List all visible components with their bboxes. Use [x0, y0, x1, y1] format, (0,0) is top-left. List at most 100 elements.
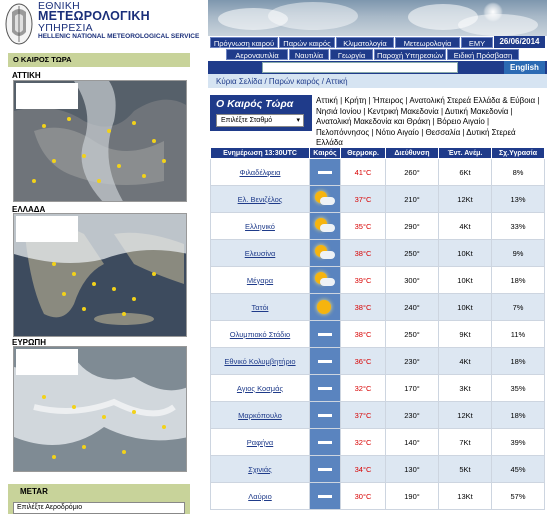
wind-direction-cell: 170°: [385, 374, 439, 402]
attica-satellite-map[interactable]: [13, 80, 187, 202]
station-link[interactable]: Ελληνικό: [210, 212, 310, 240]
col-wind: Έντ. Ανέμ.: [438, 147, 492, 159]
station-link[interactable]: Ραφήνα: [210, 428, 310, 456]
humidity-cell: 7%: [491, 293, 545, 321]
temperature-cell: 37°C: [340, 401, 386, 429]
hnms-logo-icon[interactable]: [4, 2, 34, 46]
col-weather: Καιρός: [309, 147, 341, 159]
breadcrumb-text[interactable]: Κύρια Σελίδα / Παρών καιρός / Αττική: [216, 77, 348, 86]
nav-current-weather[interactable]: Παρών καιρός: [279, 37, 335, 48]
wind-speed-cell: 10Kt: [438, 239, 492, 267]
humidity-cell: 18%: [491, 266, 545, 294]
humidity-cell: 57%: [491, 482, 545, 510]
station-link[interactable]: Μέγαρα: [210, 266, 310, 294]
nav-climatology[interactable]: Κλιματολογία: [336, 37, 394, 48]
weather-icon-cell: [309, 212, 341, 240]
table-row: Ραφήνα 32°C 140° 7Kt 39%: [210, 428, 545, 456]
dropdown-arrow-icon: ▾: [296, 117, 300, 124]
humidity-cell: 35%: [491, 374, 545, 402]
table-row: Μαρκόπουλο 37°C 230° 12Kt 18%: [210, 401, 545, 429]
weather-icon-cell: [309, 185, 341, 213]
wind-direction-cell: 300°: [385, 266, 439, 294]
wind-direction-cell: 250°: [385, 239, 439, 267]
temperature-cell: 36°C: [340, 347, 386, 375]
temperature-cell: 39°C: [340, 266, 386, 294]
nav-meteorology[interactable]: Μετεωρολογία: [395, 37, 460, 48]
weather-icon-cell: [309, 239, 341, 267]
station-link[interactable]: Ολυμπιακό Στάδιο: [210, 320, 310, 348]
now-panel-title: Ο ΚΑΙΡΟΣ ΤΩΡΑ: [8, 53, 190, 67]
weather-icon-cell: [309, 347, 341, 375]
wind-direction-cell: 230°: [385, 401, 439, 429]
clear-dash-icon: [312, 487, 338, 505]
clear-dash-icon: [312, 406, 338, 424]
wind-speed-cell: 12Kt: [438, 185, 492, 213]
humidity-cell: 45%: [491, 455, 545, 483]
wind-direction-cell: 210°: [385, 185, 439, 213]
english-button[interactable]: English: [504, 61, 545, 74]
nav-agriculture[interactable]: Γεωργία: [330, 49, 373, 60]
clear-dash-icon: [312, 163, 338, 181]
org-name-english: HELLENIC NATIONAL METEOROLOGICAL SERVICE: [38, 33, 200, 40]
station-link[interactable]: Σχινιάς: [210, 455, 310, 483]
station-link[interactable]: Ελ. Βενιζέλος: [210, 185, 310, 213]
weather-icon-cell: [309, 455, 341, 483]
station-link[interactable]: Φιλαδέλφεια: [210, 158, 310, 186]
nav-aviation[interactable]: Αεροναυτιλία: [226, 49, 288, 60]
station-link[interactable]: Λαύριο: [210, 482, 310, 510]
regions-links[interactable]: Αττική | Κρήτη | Ήπειρος | Ανατολική Στε…: [316, 96, 544, 149]
table-row: Ελληνικό 35°C 290° 4Kt 33%: [210, 212, 545, 240]
wind-speed-cell: 5Kt: [438, 455, 492, 483]
station-link[interactable]: Αγιος Κοσμάς: [210, 374, 310, 402]
temperature-cell: 38°C: [340, 293, 386, 321]
weather-icon-cell: [309, 428, 341, 456]
table-row: Ελευσίνα 38°C 250° 10Kt 9%: [210, 239, 545, 267]
partly-cloudy-icon: [312, 190, 338, 208]
temperature-cell: 41°C: [340, 158, 386, 186]
table-row: Ελ. Βενιζέλος 37°C 210° 12Kt 13%: [210, 185, 545, 213]
metar-select-value: Επιλέξτε Αεροδρόμιο: [17, 504, 83, 511]
nav-hnms[interactable]: ΕΜΥ: [461, 37, 493, 48]
clear-dash-icon: [312, 460, 338, 478]
station-link[interactable]: Τατόι: [210, 293, 310, 321]
station-select[interactable]: Επιλέξτε Σταθμό ▾: [216, 114, 304, 127]
nav-special-access[interactable]: Ειδική Πρόσβαση: [447, 49, 519, 60]
org-name-line2: ΜΕΤΕΩΡΟΛΟΓΙΚΗ: [38, 9, 150, 23]
humidity-cell: 18%: [491, 401, 545, 429]
wind-speed-cell: 6Kt: [438, 158, 492, 186]
wind-speed-cell: 10Kt: [438, 293, 492, 321]
wind-direction-cell: 240°: [385, 293, 439, 321]
table-row: Ολυμπιακό Στάδιο 38°C 250° 9Kt 11%: [210, 320, 545, 348]
metar-airport-select[interactable]: Επιλέξτε Αεροδρόμιο: [13, 502, 185, 514]
wind-direction-cell: 260°: [385, 158, 439, 186]
europe-satellite-map[interactable]: [13, 346, 187, 472]
temperature-cell: 37°C: [340, 185, 386, 213]
temperature-cell: 34°C: [340, 455, 386, 483]
table-row: Εθνικό Κολυμβητήριο 36°C 230° 4Kt 18%: [210, 347, 545, 375]
table-row: Μέγαρα 39°C 300° 10Kt 18%: [210, 266, 545, 294]
temperature-cell: 38°C: [340, 320, 386, 348]
nav-forecast[interactable]: Πρόγνωση καιρού: [210, 37, 278, 48]
station-link[interactable]: Ελευσίνα: [210, 239, 310, 267]
wind-speed-cell: 3Kt: [438, 374, 492, 402]
greece-satellite-map[interactable]: [13, 213, 187, 337]
station-link[interactable]: Εθνικό Κολυμβητήριο: [210, 347, 310, 375]
wind-speed-cell: 4Kt: [438, 212, 492, 240]
humidity-cell: 18%: [491, 347, 545, 375]
temperature-cell: 38°C: [340, 239, 386, 267]
wind-direction-cell: 230°: [385, 347, 439, 375]
region-label-attica: ΑΤΤΙΚΗ: [12, 71, 41, 80]
station-select-value: Επιλέξτε Σταθμό: [221, 117, 273, 124]
wind-direction-cell: 130°: [385, 455, 439, 483]
temperature-cell: 32°C: [340, 374, 386, 402]
station-link[interactable]: Μαρκόπουλο: [210, 401, 310, 429]
wind-direction-cell: 140°: [385, 428, 439, 456]
search-input[interactable]: [262, 62, 458, 73]
nav-shipping[interactable]: Ναυτιλία: [289, 49, 329, 60]
table-row: Τατόι 38°C 240° 10Kt 7%: [210, 293, 545, 321]
left-column: Ο ΚΑΙΡΟΣ ΤΩΡΑ ΑΤΤΙΚΗ ΕΛΛΑΔΑ ΕΥΡΩΠΗ: [0, 50, 206, 514]
table-row: Σχινιάς 34°C 130° 5Kt 45%: [210, 455, 545, 483]
weather-icon-cell: [309, 482, 341, 510]
clear-dash-icon: [312, 352, 338, 370]
nav-services[interactable]: Παροχή Υπηρεσιών: [374, 49, 446, 60]
